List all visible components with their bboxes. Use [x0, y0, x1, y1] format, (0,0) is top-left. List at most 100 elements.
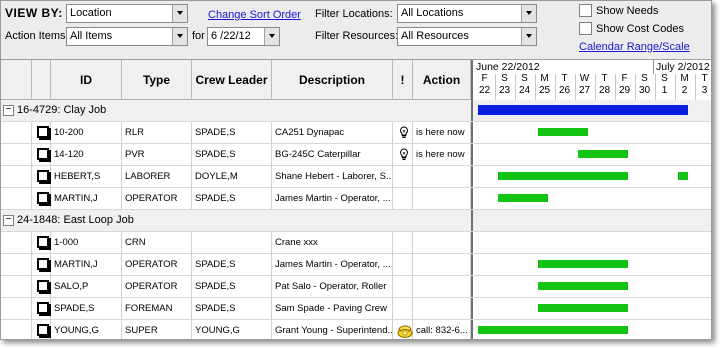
date-picker[interactable]: 6 /22/12	[207, 27, 280, 46]
gantt-bar[interactable]	[538, 304, 628, 312]
filter-locations-select[interactable]: All Locations	[397, 4, 537, 23]
view-by-value: Location	[70, 7, 112, 19]
cell-crew-leader: DOYLE,M	[192, 166, 272, 187]
gantt-day-of-week: T	[601, 73, 608, 84]
indent-cell	[1, 166, 32, 187]
table-row[interactable]: SALO,P OPERATOR SPADE,S Pat Salo - Operator…	[1, 276, 711, 298]
cell-crew-leader	[192, 232, 272, 253]
gantt-group-bar[interactable]	[478, 105, 688, 115]
cell-id: SPADE,S	[51, 298, 122, 319]
resource-icon	[37, 126, 51, 140]
gantt-bar[interactable]	[538, 128, 588, 136]
view-by-select[interactable]: Location	[66, 4, 188, 23]
month-divider	[653, 60, 654, 74]
for-label: for	[192, 30, 205, 42]
checkbox-box[interactable]	[579, 4, 592, 17]
day-divider	[495, 74, 496, 100]
gantt-bar[interactable]	[578, 150, 628, 158]
column-header-description[interactable]: Description	[272, 60, 393, 100]
day-divider	[655, 74, 656, 100]
gantt-bar[interactable]	[678, 172, 688, 180]
gantt-day-number: 1	[661, 85, 668, 96]
gantt-day-of-week: S	[641, 73, 648, 84]
cell-type: PVR	[122, 144, 192, 165]
gantt-row	[471, 144, 711, 165]
lightbulb-icon[interactable]	[399, 148, 409, 161]
change-sort-order-link[interactable]: Change Sort Order	[208, 9, 301, 21]
group-row[interactable]: −24-1848: East Loop Job	[1, 210, 711, 232]
phone-icon[interactable]	[397, 323, 413, 338]
gantt-day-of-week: S	[521, 73, 528, 84]
table-row[interactable]: HEBERT,S LABORER DOYLE,M Shane Hebert - Lab…	[1, 166, 711, 188]
column-header-action[interactable]: Action	[413, 60, 471, 100]
gantt-bar[interactable]	[538, 260, 628, 268]
chevron-down-icon[interactable]	[172, 5, 187, 22]
cell-flag	[393, 298, 413, 319]
show-cost-codes-checkbox[interactable]: Show Cost Codes	[579, 22, 684, 35]
gantt-bar[interactable]	[498, 194, 548, 202]
gantt-row	[471, 276, 711, 297]
column-header-crew-leader[interactable]: Crew Leader	[192, 60, 272, 100]
cell-description: Grant Young - Superintend...	[272, 320, 393, 339]
chevron-down-icon[interactable]	[521, 5, 536, 22]
column-header-type[interactable]: Type	[122, 60, 192, 100]
cell-description: James Martin - Operator, ...	[272, 254, 393, 275]
filter-resources-select[interactable]: All Resources	[397, 27, 537, 46]
gantt-day-of-week: F	[481, 73, 488, 84]
gantt-day-of-week: M	[540, 73, 549, 84]
schedule-grid: ID Type Crew Leader Description ! Action…	[1, 59, 711, 339]
day-divider	[515, 74, 516, 100]
cell-description: Crane xxx	[272, 232, 393, 253]
cell-action: is here now	[413, 122, 471, 143]
indent-cell	[1, 232, 32, 253]
group-label: 24-1848: East Loop Job	[17, 214, 134, 226]
gantt-day-number: 22	[478, 85, 491, 96]
collapse-icon[interactable]: −	[3, 105, 14, 116]
chevron-down-icon[interactable]	[172, 28, 187, 45]
table-row[interactable]: MARTIN,J OPERATOR SPADE,S James Martin - Op…	[1, 254, 711, 276]
table-row[interactable]: 1-000 CRN Crane xxx	[1, 232, 711, 254]
gantt-day-number: 25	[538, 85, 551, 96]
table-row[interactable]: YOUNG,G SUPER YOUNG,G Grant Young - Superin…	[1, 320, 711, 339]
action-items-select[interactable]: All Items	[66, 27, 188, 46]
calendar-dropdown-icon[interactable]	[264, 28, 279, 45]
table-row[interactable]: 10-200 RLR SPADE,S CA251 Dynapac is here now	[1, 122, 711, 144]
chevron-down-icon[interactable]	[521, 28, 536, 45]
calendar-range-link[interactable]: Calendar Range/Scale	[579, 41, 690, 53]
gantt-bar[interactable]	[538, 282, 628, 290]
gantt-day-of-week: S	[501, 73, 508, 84]
grid-header: ID Type Crew Leader Description ! Action…	[1, 60, 711, 100]
action-items-label: Action Items:	[5, 30, 69, 42]
group-label: 16-4729: Clay Job	[17, 104, 107, 116]
gantt-bar[interactable]	[478, 326, 628, 334]
resource-icon	[37, 258, 51, 272]
gantt-day-number: 2	[681, 85, 688, 96]
table-row[interactable]: MARTIN,J OPERATOR SPADE,S James Martin - Op…	[1, 188, 711, 210]
table-row[interactable]: 14-120 PVR SPADE,S BG-245C Caterpillar is he…	[1, 144, 711, 166]
gantt-day-of-week: T	[701, 73, 708, 84]
filter-locations-label: Filter Locations:	[315, 8, 393, 20]
gantt-header: June 22/2012 July 2/2012 F 22 S 23 S 24 M 25 T 26…	[471, 60, 711, 100]
show-needs-checkbox[interactable]: Show Needs	[579, 4, 658, 17]
gantt-row	[471, 210, 711, 231]
gantt-bar[interactable]	[498, 172, 628, 180]
gantt-day-of-week: S	[661, 73, 668, 84]
show-needs-label: Show Needs	[596, 4, 659, 17]
lightbulb-icon[interactable]	[399, 126, 409, 139]
collapse-icon[interactable]: −	[3, 215, 14, 226]
cell-crew-leader: SPADE,S	[192, 276, 272, 297]
cell-flag	[393, 276, 413, 297]
column-header-id[interactable]: ID	[51, 60, 122, 100]
column-header-flag[interactable]: !	[393, 60, 413, 100]
cell-crew-leader: SPADE,S	[192, 298, 272, 319]
resource-icon	[37, 280, 51, 294]
group-row[interactable]: −16-4729: Clay Job	[1, 100, 711, 122]
gantt-row	[471, 166, 711, 187]
expander-column-header	[1, 60, 32, 100]
table-row[interactable]: SPADE,S FOREMAN SPADE,S Sam Spade - Paving …	[1, 298, 711, 320]
cell-crew-leader: SPADE,S	[192, 254, 272, 275]
indent-cell	[1, 298, 32, 319]
filter-resources-label: Filter Resources:	[315, 30, 399, 42]
checkbox-box[interactable]	[579, 22, 592, 35]
cell-crew-leader: SPADE,S	[192, 122, 272, 143]
